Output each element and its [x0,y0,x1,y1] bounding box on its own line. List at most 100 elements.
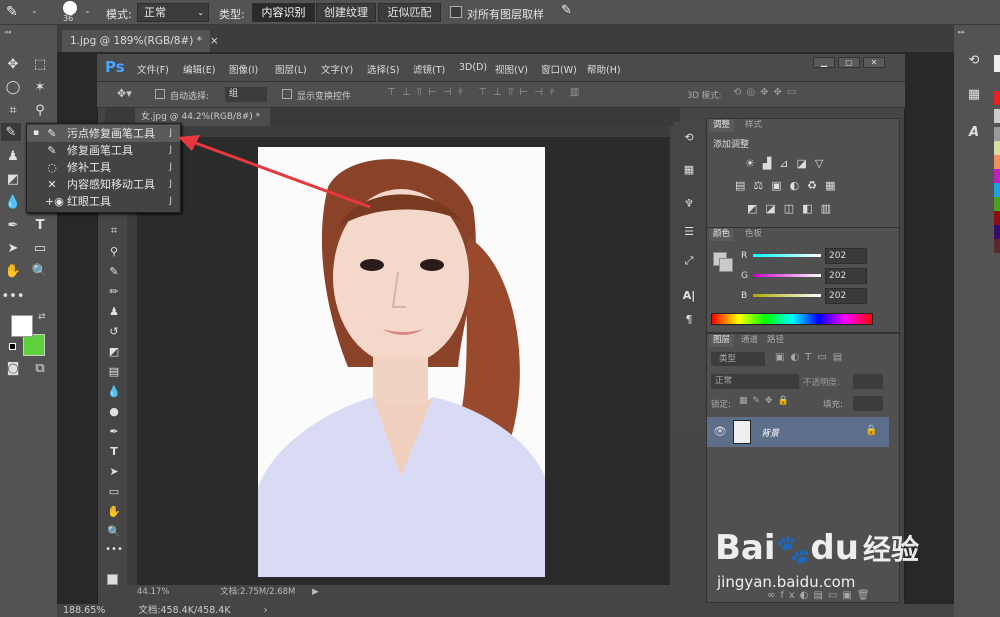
history-icon[interactable]: ⟲ [964,51,984,69]
swap-colors-icon[interactable]: ⇄ [38,312,46,322]
menu-item[interactable]: 文件(F) [137,62,169,76]
character-icon[interactable]: A| [679,286,699,304]
menu-item[interactable]: 视图(V) [495,62,528,76]
brush-preset-icon[interactable]: ♆ [679,194,699,212]
zoom-tool-icon[interactable]: 🔍 [30,262,50,280]
align-icons[interactable]: ⊤⊥⫪⊢⊣⫩ ⊤⊥⫪⊢⊣⫩ ▥ [387,87,585,98]
foreground-color-swatch[interactable] [11,315,33,337]
history-brush-icon[interactable]: ↺ [104,322,124,340]
healing-tool-icon[interactable]: ✎ [104,262,124,280]
menu-item[interactable]: 图层(L) [275,62,307,76]
paths-icon[interactable]: ⤢ [679,252,699,270]
menu-item[interactable]: 3D(D) [459,62,487,73]
gradient-tool-icon[interactable]: ▤ [104,362,124,380]
move-tool-icon[interactable]: ✥▾ [117,87,132,100]
menu-item[interactable]: 图像(I) [229,62,258,76]
hand-tool-icon[interactable]: ✋ [3,262,23,280]
tab-channels[interactable]: 通道 [737,334,762,347]
swatch-brown[interactable] [994,239,1000,253]
color-bg-swatch[interactable] [719,258,733,272]
magic-wand-icon[interactable]: ✶ [30,78,50,96]
swatch-magenta[interactable] [994,169,1000,183]
crop-tool-icon[interactable]: ⌗ [3,101,23,119]
play-icon[interactable]: ▶ [312,587,319,597]
character-icon[interactable]: A [964,123,984,141]
rectangle-tool-icon[interactable]: ▭ [30,239,50,257]
swatch-gray[interactable] [994,109,1000,123]
eye-icon[interactable]: 👁 [713,425,727,438]
pen-tool-icon[interactable]: ✒ [104,422,124,440]
menu-item[interactable]: 选择(S) [367,62,399,76]
default-colors-icon[interactable] [9,343,16,350]
zoom-tool-icon[interactable]: 🔍 [104,522,124,540]
show-transform-checkbox[interactable] [282,89,292,99]
brush-preview-icon[interactable] [63,1,77,15]
maximize-icon[interactable]: ▢ [838,57,860,68]
eraser-tool-icon[interactable]: ◩ [3,170,23,188]
menu-item[interactable]: 滤镜(T) [413,62,445,76]
layer-filter-icons[interactable]: ▣◐T▭▤ [775,352,848,363]
inner-foreground-swatch[interactable] [107,574,118,585]
blend-mode-select[interactable]: 正常 [711,374,799,389]
path-select-icon[interactable]: ➤ [104,462,124,480]
auto-select-value[interactable]: 组 [225,87,267,102]
chevron-right-icon[interactable]: › [264,605,268,616]
flyout-item[interactable]: ▪ ✎ 污点修复画笔工具 J [27,125,180,142]
chevron-down-icon[interactable]: ⌄ [84,6,91,15]
g-slider[interactable] [753,274,821,277]
swatch-gray2[interactable] [994,127,1000,141]
lock-icons[interactable]: ▦✎✥🔒 [739,396,794,406]
brush-tool-icon[interactable]: ✏ [104,282,124,300]
menu-item[interactable]: 文字(Y) [321,62,353,76]
mode-select[interactable]: 正常 ⌄ [137,3,209,22]
properties-icon[interactable]: ▦ [964,85,984,103]
create-texture-button[interactable]: 创建纹理 [316,3,376,22]
window-close-icon[interactable]: ✕ [863,57,885,68]
pen-tool-icon[interactable]: ✒ [3,216,23,234]
content-aware-button[interactable]: 内容识别 [252,3,315,22]
swatch-dark-red[interactable] [994,211,1000,225]
menu-item[interactable]: 帮助(H) [587,62,621,76]
type-tool-icon[interactable]: T [30,216,50,234]
move-tool-icon[interactable]: ✥ [3,55,23,73]
paragraph-icon[interactable]: ¶ [679,310,699,328]
lasso-tool-icon[interactable]: ◯ [3,78,23,96]
adjust-icons-row2[interactable]: ▤⚖▣◐♻▦ [735,179,844,192]
path-select-icon[interactable]: ➤ [3,239,23,257]
swatch-red[interactable] [994,91,1000,105]
hand-tool-icon[interactable]: ✋ [104,502,124,520]
collapse-icon[interactable]: ▸▸ [958,28,965,36]
menu-item[interactable]: 编辑(E) [183,62,215,76]
more-tools-icon[interactable]: ••• [104,540,124,558]
dodge-tool-icon[interactable]: ● [104,402,124,420]
pressure-size-icon[interactable]: ✎ [561,3,577,21]
spot-healing-tool-icon[interactable]: ✎ [1,123,21,141]
g-value[interactable]: 202 [825,268,867,284]
swatch-orange[interactable] [994,155,1000,169]
more-tools-icon[interactable]: ••• [2,287,25,305]
adjust-icons-row1[interactable]: ☀▟⊿◪▽ [745,157,831,170]
stamp-tool-icon[interactable]: ♟ [3,147,23,165]
fill-input[interactable] [853,396,883,411]
tab-adjustments[interactable]: 调整 [709,119,735,132]
layer-kind-filter[interactable]: 类型 [711,352,765,366]
blur-tool-icon[interactable]: 💧 [3,193,23,211]
screen-mode-icon[interactable]: ⧉ [30,359,50,377]
collapse-icon[interactable]: ◂◂ [4,28,11,36]
layer-bottom-icons[interactable]: ∞fx◐▤▭▣🗑 [767,590,875,601]
b-value[interactable]: 202 [825,288,867,304]
close-icon[interactable]: × [210,35,219,47]
eyedropper-icon[interactable]: ⚲ [30,101,50,119]
opacity-input[interactable] [853,374,883,389]
shape-tool-icon[interactable]: ▭ [104,482,124,500]
quick-mask-icon[interactable]: ◙ [3,359,23,377]
properties-icon[interactable]: ▦ [679,160,699,178]
chevron-down-icon[interactable]: ⌄ [31,6,38,15]
eraser-tool-icon[interactable]: ◩ [104,342,124,360]
document-tab[interactable]: 1.jpg @ 189%(RGB/8#) * × [62,30,219,52]
marquee-tool-icon[interactable]: ⬚ [30,55,50,73]
background-color-swatch[interactable] [23,334,45,356]
b-slider[interactable] [753,294,821,297]
color-spectrum[interactable] [711,313,873,325]
3d-mode-icons[interactable]: ⟲◎✥✥▭ [733,87,801,98]
